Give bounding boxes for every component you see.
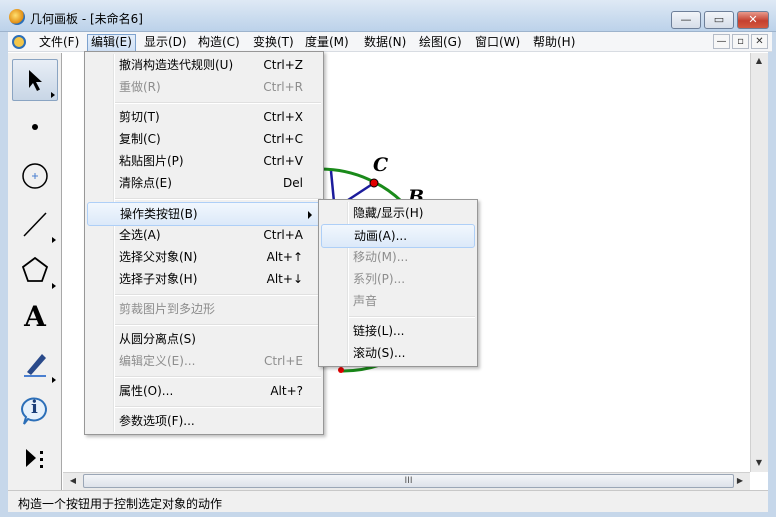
point-c bbox=[369, 178, 379, 188]
straightedge-tool-icon bbox=[23, 212, 47, 237]
compass-tool[interactable] bbox=[12, 155, 58, 197]
menu-item-redo[interactable]: 重做(R) Ctrl+R bbox=[87, 76, 321, 98]
scroll-up-arrow[interactable]: ▲ bbox=[751, 53, 767, 69]
menu-bar: 文件(F) 编辑(E) 显示(D) 构造(C) 变换(T) 度量(M) 数据(N… bbox=[8, 32, 772, 52]
horizontal-scroll-thumb[interactable]: III bbox=[83, 474, 734, 488]
menu-data[interactable]: 数据(N) bbox=[361, 34, 409, 50]
arrow-tool-icon bbox=[29, 70, 42, 91]
edit-menu: 撤消构造迭代规则(U) Ctrl+Z 重做(R) Ctrl+R 剪切(T) Ctrl+… bbox=[84, 51, 324, 435]
menu-edit[interactable]: 编辑(E) bbox=[87, 34, 136, 52]
status-bar: 构造一个按钮用于控制选定对象的动作 bbox=[8, 490, 768, 512]
menu-item-preferences[interactable]: 参数选项(F)... bbox=[87, 410, 321, 432]
mdi-restore-button[interactable]: ▫ bbox=[732, 34, 749, 49]
submenu-arrow-icon bbox=[308, 211, 312, 219]
menu-file[interactable]: 文件(F) bbox=[36, 34, 82, 50]
action-buttons-submenu: 隐藏/显示(H) 动画(A)... 移动(M)... 系列(P)... 声音 链… bbox=[318, 199, 478, 367]
maximize-button[interactable]: ▭ bbox=[704, 11, 734, 29]
marker-tool[interactable] bbox=[12, 343, 58, 385]
polygon-tool[interactable] bbox=[12, 249, 58, 291]
mdi-close-button[interactable]: ✕ bbox=[751, 34, 768, 49]
information-tool[interactable]: i bbox=[12, 389, 58, 431]
menu-item-select-all[interactable]: 全选(A) Ctrl+A bbox=[87, 224, 321, 246]
menu-transform[interactable]: 变换(T) bbox=[250, 34, 297, 50]
window-title: 几何画板 - [未命名6] bbox=[30, 12, 143, 26]
menu-item-paste-picture[interactable]: 粘贴图片(P) Ctrl+V bbox=[87, 150, 321, 172]
information-glyph: i bbox=[31, 397, 38, 418]
submenu-item-hide-show[interactable]: 隐藏/显示(H) bbox=[321, 202, 475, 224]
mdi-minimize-button[interactable]: — bbox=[713, 34, 730, 49]
menu-item-cut[interactable]: 剪切(T) Ctrl+X bbox=[87, 106, 321, 128]
menu-item-select-parents[interactable]: 选择父对象(N) Alt+↑ bbox=[87, 246, 321, 268]
menu-item-properties[interactable]: 属性(O)... Alt+? bbox=[87, 380, 321, 402]
menu-item-action-buttons[interactable]: 操作类按钮(B) bbox=[87, 202, 321, 226]
status-text: 构造一个按钮用于控制选定对象的动作 bbox=[18, 497, 223, 511]
menu-display[interactable]: 显示(D) bbox=[141, 34, 190, 50]
arrow-tool[interactable] bbox=[12, 59, 58, 101]
window-frame-left bbox=[0, 32, 8, 517]
custom-tool[interactable] bbox=[12, 437, 58, 479]
close-button[interactable]: ✕ bbox=[737, 11, 769, 29]
window-frame-right bbox=[768, 32, 776, 517]
point-tool-icon bbox=[32, 124, 38, 130]
menu-construct[interactable]: 构造(C) bbox=[195, 34, 243, 50]
toolbox: A i bbox=[8, 53, 62, 490]
scroll-down-arrow[interactable]: ▼ bbox=[751, 455, 767, 471]
custom-tool-icon bbox=[26, 449, 43, 468]
text-tool-icon: A bbox=[24, 300, 46, 333]
marker-tool-icon bbox=[24, 354, 46, 377]
vertical-scrollbar[interactable]: ▲ ▼ bbox=[750, 53, 768, 472]
menu-item-copy[interactable]: 复制(C) Ctrl+C bbox=[87, 128, 321, 150]
point-lower bbox=[338, 367, 344, 373]
submenu-item-movement[interactable]: 移动(M)... bbox=[321, 246, 475, 268]
point-label-c: C bbox=[373, 154, 389, 176]
point-tool[interactable] bbox=[12, 107, 58, 149]
scroll-left-arrow[interactable]: ◀ bbox=[65, 473, 81, 489]
minimize-button[interactable]: — bbox=[671, 11, 701, 29]
polygon-tool-icon bbox=[21, 256, 49, 282]
straightedge-tool[interactable] bbox=[12, 203, 58, 245]
menu-item-select-children[interactable]: 选择子对象(H) Alt+↓ bbox=[87, 268, 321, 290]
menu-item-undo[interactable]: 撤消构造迭代规则(U) Ctrl+Z bbox=[87, 54, 321, 76]
menu-measure[interactable]: 度量(M) bbox=[302, 34, 352, 50]
menu-graph[interactable]: 绘图(G) bbox=[416, 34, 465, 50]
menu-item-crop-picture[interactable]: 剪裁图片到多边形 bbox=[87, 298, 321, 320]
segment bbox=[329, 170, 336, 203]
compass-tool-icon bbox=[22, 163, 48, 189]
menu-item-split-point[interactable]: 从圆分离点(S) bbox=[87, 328, 321, 350]
app-icon bbox=[9, 9, 25, 25]
text-tool[interactable]: A bbox=[12, 297, 58, 339]
submenu-item-animation[interactable]: 动画(A)... bbox=[321, 224, 475, 248]
document-icon[interactable] bbox=[12, 35, 26, 49]
menu-help[interactable]: 帮助(H) bbox=[530, 34, 578, 50]
menu-item-edit-definition[interactable]: 编辑定义(E)... Ctrl+E bbox=[87, 350, 321, 372]
menu-window[interactable]: 窗口(W) bbox=[472, 34, 523, 50]
scroll-right-arrow[interactable]: ▶ bbox=[732, 473, 748, 489]
submenu-item-link[interactable]: 链接(L)... bbox=[321, 320, 475, 342]
window-frame-bottom bbox=[0, 512, 776, 517]
menu-item-clear[interactable]: 清除点(E) Del bbox=[87, 172, 321, 194]
submenu-item-series[interactable]: 系列(P)... bbox=[321, 268, 475, 290]
submenu-item-scroll[interactable]: 滚动(S)... bbox=[321, 342, 475, 364]
submenu-item-sound[interactable]: 声音 bbox=[321, 290, 475, 312]
